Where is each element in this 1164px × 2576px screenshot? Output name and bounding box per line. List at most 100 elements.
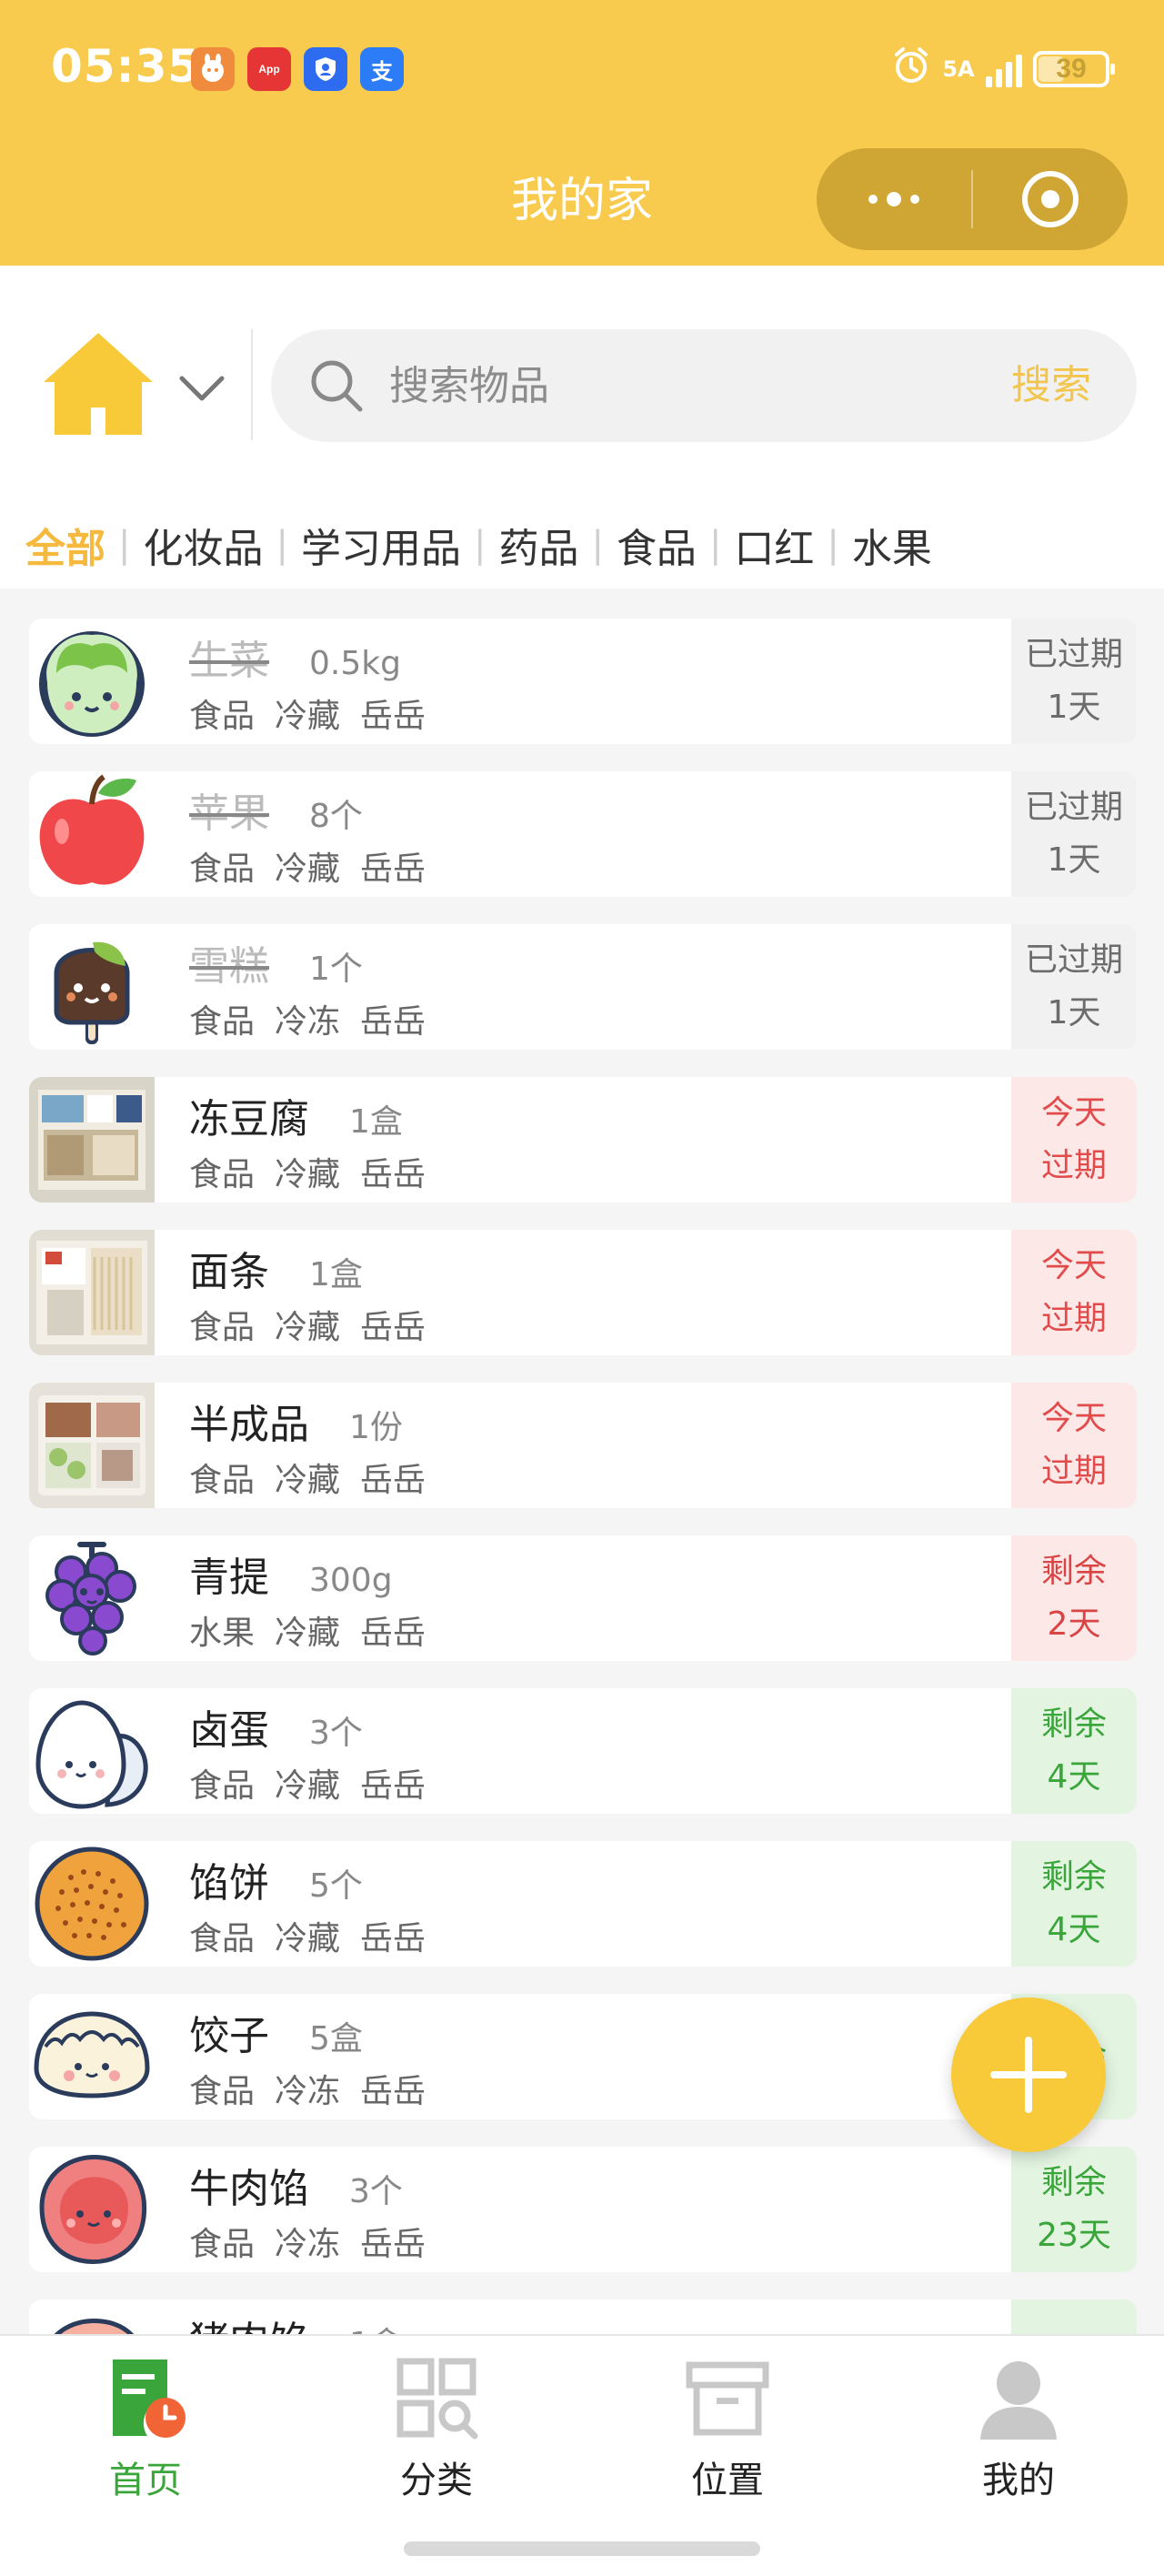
item-row[interactable]: 牛肉馅 3个 食品 冷冻 岳岳 剩余 23天: [29, 2147, 1137, 2272]
search-area: 搜索 全部 | 化妆品 | 学习用品 | 药品 | 食品 | 口红 | 水果: [0, 266, 1164, 589]
egg-icon: [29, 1688, 155, 1814]
item-meta: 食品 冷冻 岳岳: [189, 2065, 446, 2112]
status-time: 05:35: [51, 40, 201, 93]
item-row[interactable]: 卤蛋 3个 食品 冷藏 岳岳 剩余 4天: [29, 1688, 1137, 1814]
category-tab[interactable]: 水果: [852, 516, 932, 574]
expiry-label: 今天: [1040, 1400, 1107, 1437]
item-category: 水果: [189, 1615, 256, 1652]
category-tab[interactable]: 食品: [617, 516, 697, 574]
expiry-label: 已过期: [1024, 636, 1123, 673]
item-category: 食品: [189, 1156, 256, 1193]
category-tab[interactable]: 化妆品: [143, 516, 263, 574]
item-meta: 食品 冷藏 岳岳: [189, 842, 446, 890]
ice-cream-icon: [29, 924, 155, 1050]
item-category: 食品: [189, 2226, 256, 2263]
item-row[interactable]: 半成品 1份 食品 冷藏 岳岳 今天 过期: [29, 1383, 1137, 1508]
expiry-badge: 已过期 1天: [1011, 619, 1137, 744]
category-separator: |: [591, 524, 604, 566]
tab-category[interactable]: 分类: [336, 2352, 537, 2503]
item-row[interactable]: 面条 1盒 食品 冷藏 岳岳 今天 过期: [29, 1230, 1137, 1355]
item-name: 猪肉馅: [189, 2309, 309, 2334]
item-owner: 岳岳: [360, 2073, 426, 2110]
expiry-value: 过期: [1040, 1147, 1107, 1184]
item-owner: 岳岳: [360, 1615, 426, 1652]
item-quantity: 1个: [309, 951, 363, 988]
item-storage: 冷藏: [275, 1462, 341, 1499]
item-row[interactable]: 馅饼 5个 食品 冷藏 岳岳 剩余 4天: [29, 1841, 1137, 1967]
item-owner: 岳岳: [360, 850, 426, 888]
item-quantity: 300g: [309, 1562, 393, 1599]
item-quantity: 1盒: [309, 1256, 363, 1293]
item-quantity: 1盒: [349, 2318, 403, 2334]
item-row[interactable]: 生菜 0.5kg 食品 冷藏 岳岳 已过期 1天: [29, 619, 1137, 744]
signal-icon: [986, 51, 1022, 87]
item-category: 食品: [189, 1767, 256, 1805]
bottom-tab-bar: 首页 分类 位置 我的: [0, 2334, 1164, 2576]
expiry-badge: 剩余 2天: [1011, 1535, 1137, 1661]
tab-mine-label: 我的: [982, 2460, 1055, 2501]
item-name: 半成品: [189, 1402, 309, 1448]
noodles-photo: [29, 1230, 155, 1355]
dot-icon: [887, 192, 901, 206]
expiry-label: 剩余: [1040, 1553, 1107, 1590]
category-tab[interactable]: 全部: [25, 516, 105, 574]
home-selector-button[interactable]: [40, 329, 240, 448]
tab-location-label: 位置: [691, 2460, 764, 2501]
expiry-badge: 已过期 1天: [1011, 771, 1137, 897]
item-storage: 冷冻: [275, 2226, 341, 2263]
item-owner: 岳岳: [360, 698, 426, 735]
expiry-badge: 剩余 23天: [1011, 2147, 1137, 2272]
expiry-label: 已过期: [1024, 941, 1123, 979]
category-tab[interactable]: 学习用品: [301, 516, 461, 574]
item-storage: 冷冻: [275, 1003, 341, 1041]
item-meta: 食品 冷藏 岳岳: [189, 1759, 446, 1806]
item-row[interactable]: 冻豆腐 1盒 食品 冷藏 岳岳 今天 过期: [29, 1077, 1137, 1202]
item-owner: 岳岳: [360, 2226, 426, 2263]
item-meta: 食品 冷冻 岳岳: [189, 2218, 446, 2265]
tab-home[interactable]: 首页: [45, 2352, 246, 2503]
more-options-button[interactable]: [817, 148, 971, 250]
storage-box-icon: [686, 2361, 769, 2436]
item-name: 苹果: [189, 790, 269, 837]
pie-icon: [29, 1841, 155, 1967]
miniprogram-capsule: [817, 148, 1128, 250]
item-info: 饺子 5盒 食品 冷冻 岳岳: [189, 2003, 446, 2112]
tab-mine[interactable]: 我的: [918, 2352, 1119, 2503]
item-storage: 冷藏: [275, 1309, 341, 1346]
item-meta: 水果 冷藏 岳岳: [189, 1606, 446, 1654]
expiry-label: 剩余: [1040, 1858, 1107, 1896]
item-row[interactable]: 雪糕 1个 食品 冷冻 岳岳 已过期 1天: [29, 924, 1137, 1050]
category-tab[interactable]: 药品: [498, 516, 578, 574]
top-bar: 05:35 App 支 5A 39 我的家: [0, 0, 1164, 266]
search-icon: [311, 360, 363, 412]
item-info: 馅饼 5个 食品 冷藏 岳岳: [189, 1850, 446, 1959]
search-bar: 搜索: [271, 329, 1137, 442]
close-miniprogram-button[interactable]: [973, 171, 1128, 227]
add-item-button[interactable]: [951, 1997, 1106, 2152]
search-input[interactable]: [389, 329, 971, 442]
item-info: 雪糕 1个 食品 冷冻 岳岳: [189, 933, 446, 1042]
item-meta: 食品 冷藏 岳岳: [189, 689, 446, 737]
category-tab[interactable]: 口红: [734, 516, 814, 574]
tab-location[interactable]: 位置: [627, 2352, 828, 2503]
item-row[interactable]: 猪肉馅 1盒 剩余: [29, 2299, 1137, 2334]
item-row[interactable]: 苹果 8个 食品 冷藏 岳岳 已过期 1天: [29, 771, 1137, 897]
battery-level: 39: [1056, 53, 1087, 84]
item-owner: 岳岳: [360, 1767, 426, 1805]
category-separator: |: [473, 524, 487, 566]
tab-category-label: 分类: [400, 2460, 473, 2501]
item-name: 生菜: [189, 638, 269, 684]
item-info: 卤蛋 3个 食品 冷藏 岳岳: [189, 1697, 446, 1806]
item-storage: 冷藏: [275, 850, 341, 888]
pork-icon: [29, 2299, 155, 2334]
item-name: 馅饼: [189, 1860, 269, 1907]
expiry-badge: 剩余 4天: [1011, 1841, 1137, 1967]
search-button[interactable]: 搜索: [1011, 329, 1091, 442]
item-storage: 冷藏: [275, 698, 341, 735]
item-info: 面条 1盒 食品 冷藏 岳岳: [189, 1239, 446, 1348]
grape-icon: [29, 1535, 155, 1661]
item-row[interactable]: 青提 300g 水果 冷藏 岳岳 剩余 2天: [29, 1535, 1137, 1661]
item-quantity: 3个: [349, 2173, 403, 2210]
target-icon: [1022, 171, 1079, 227]
expiry-label: 剩余: [1040, 2164, 1107, 2201]
